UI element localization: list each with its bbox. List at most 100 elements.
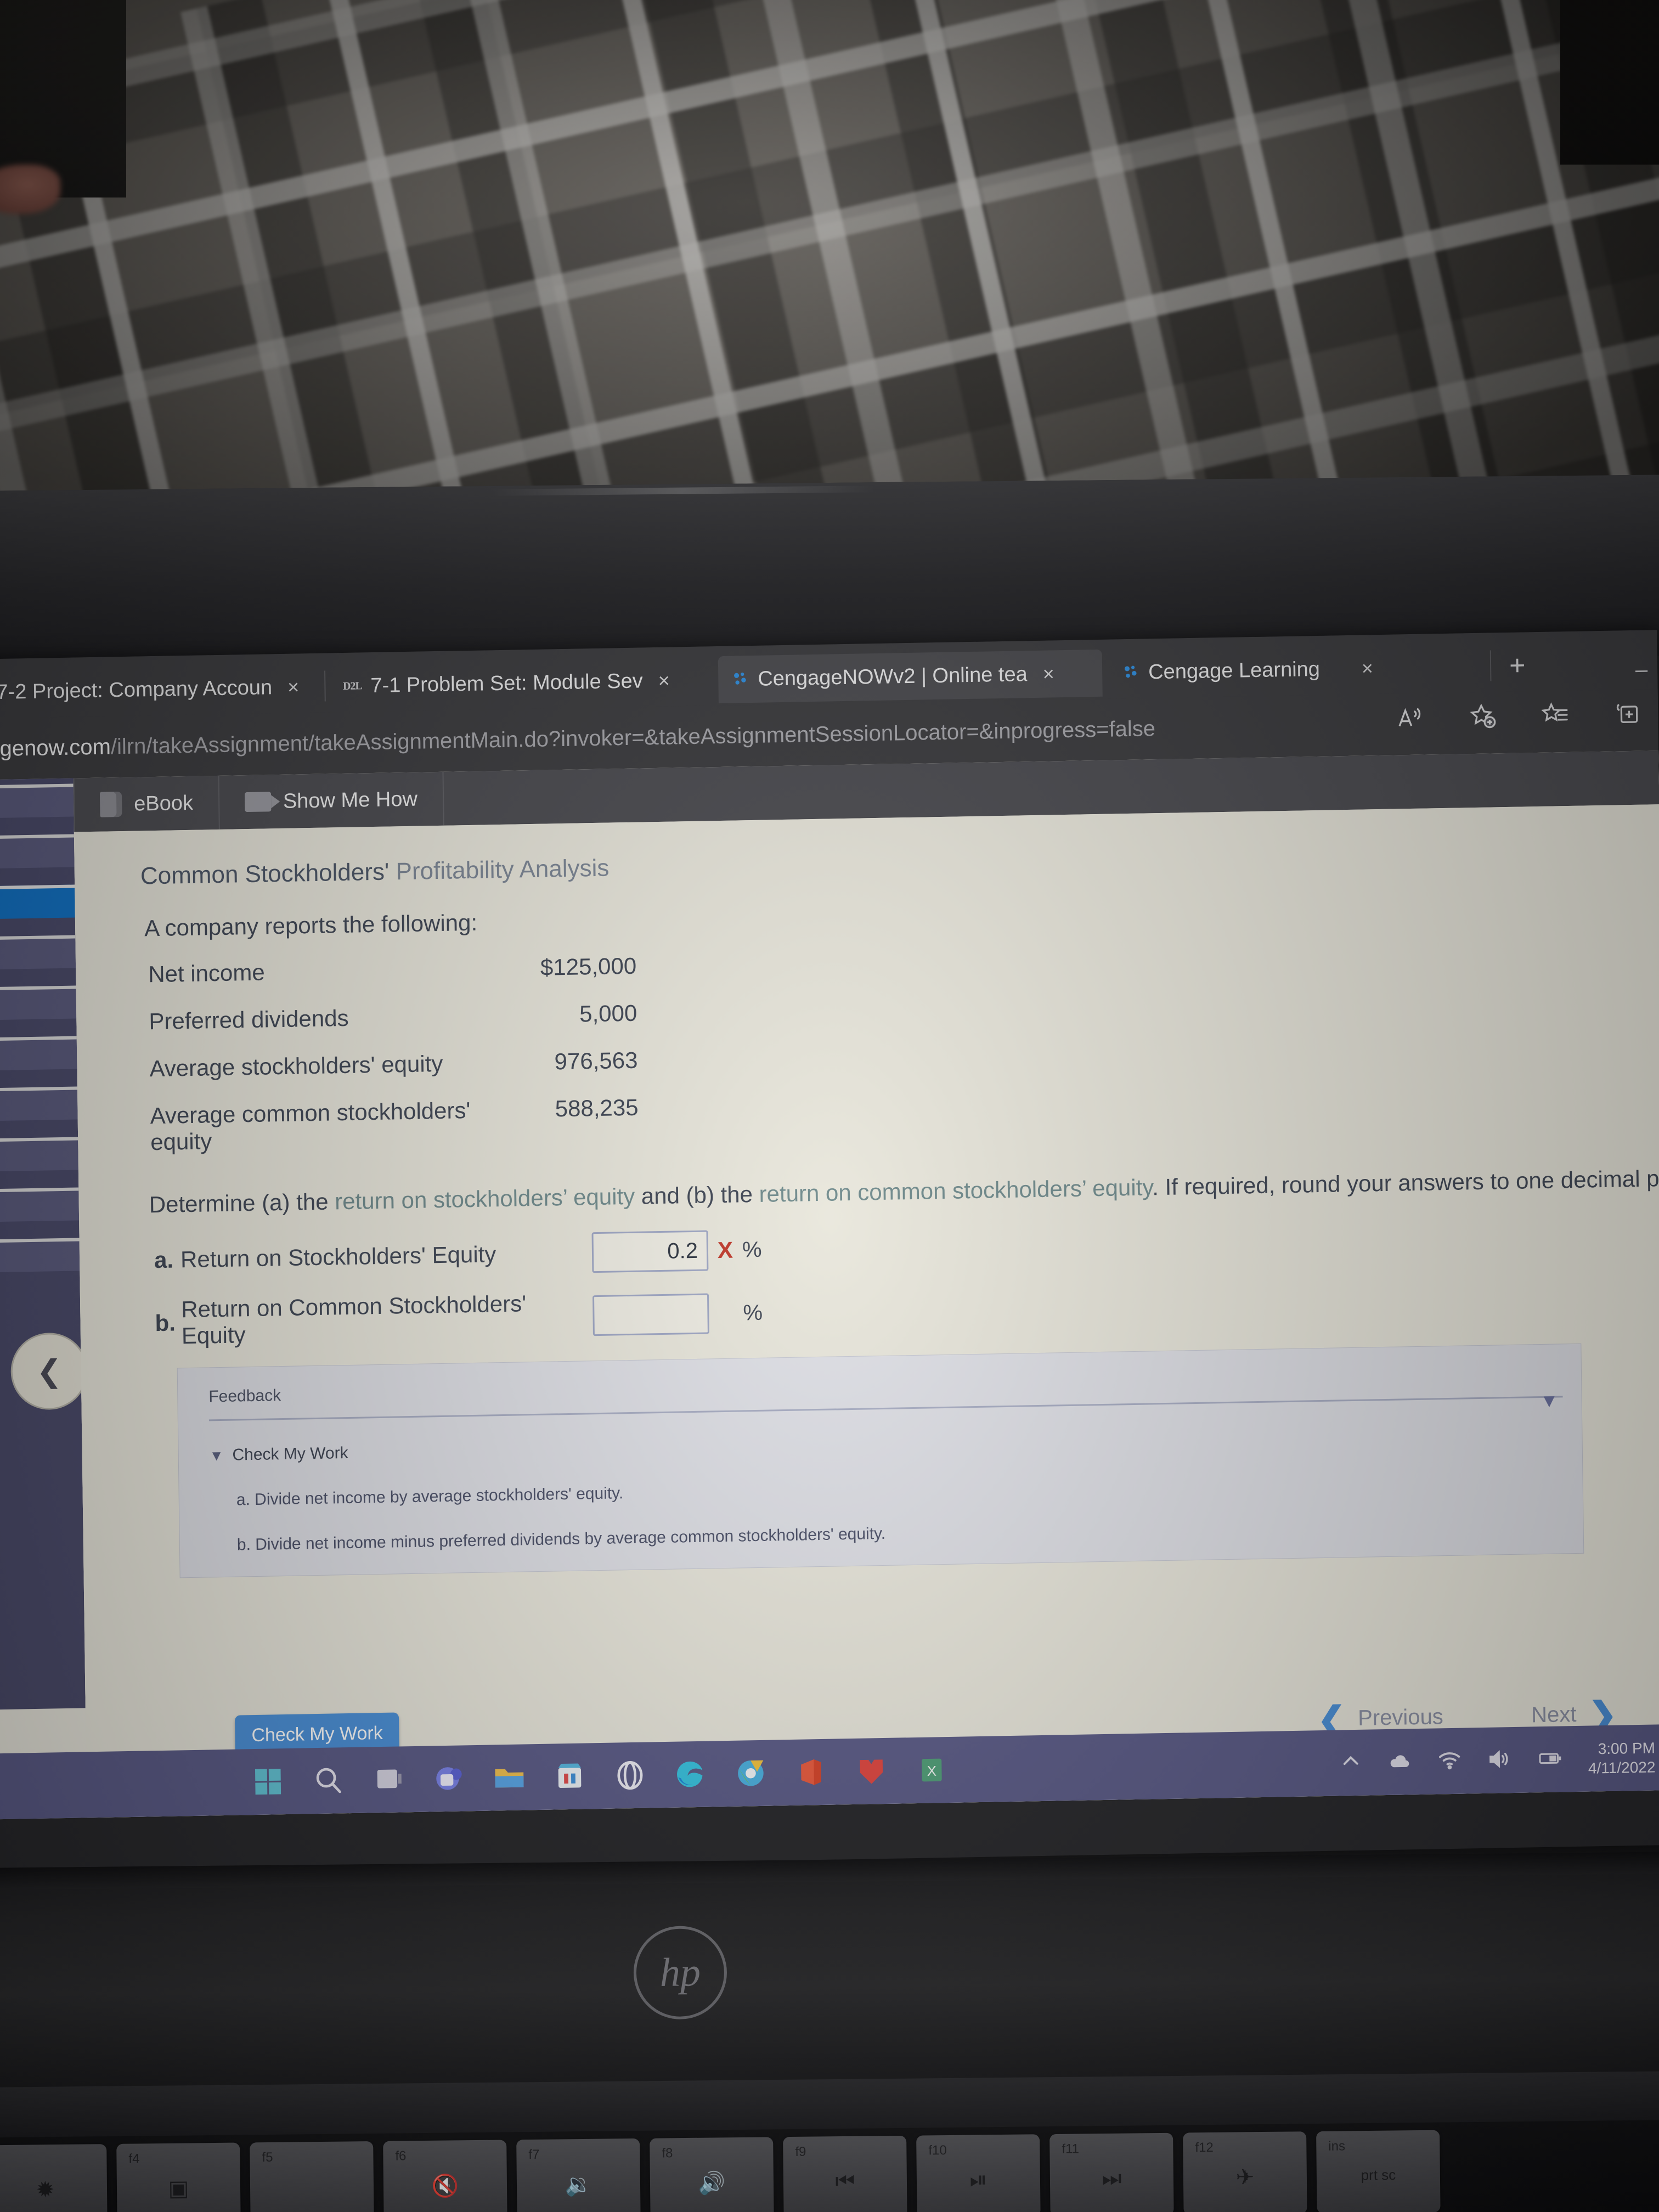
clock-date: 4/11/2022 xyxy=(1588,1758,1656,1777)
show-me-how-button[interactable]: Show Me How xyxy=(219,771,444,830)
excel-icon[interactable]: X xyxy=(915,1753,949,1787)
nav-item[interactable] xyxy=(0,1036,77,1071)
previous-track-icon: ⏮ xyxy=(835,2169,855,2194)
glossary-link-stockholders-equity[interactable]: return on stockholders’ equity xyxy=(335,1183,635,1215)
clock[interactable]: 3:00 PM 4/11/2022 xyxy=(1588,1738,1656,1778)
percent-unit: % xyxy=(742,1237,762,1262)
close-icon[interactable]: × xyxy=(1042,662,1054,685)
key-fn-label: f5 xyxy=(262,2149,273,2165)
tab-title: Cengage Learning xyxy=(1148,657,1321,684)
task-view-icon[interactable] xyxy=(371,1762,406,1797)
answer-label: Return on Stockholders' Equity xyxy=(180,1241,496,1273)
nav-item[interactable] xyxy=(0,1086,78,1121)
show-me-how-label: Show Me How xyxy=(283,787,418,813)
volume-icon[interactable] xyxy=(1485,1746,1513,1775)
collections-icon[interactable] xyxy=(1613,699,1642,729)
web-page: ❮ eBook Show Me How Common Stockholders'… xyxy=(0,751,1659,1820)
wifi-icon[interactable] xyxy=(1435,1747,1463,1775)
fact-value: $125,000 xyxy=(540,952,637,980)
key-f11-next-track[interactable]: f11 ⏭ xyxy=(1049,2132,1174,2212)
mcafee-icon[interactable] xyxy=(854,1754,889,1788)
answer-letter: b. xyxy=(155,1310,176,1336)
taskbar-icons: X xyxy=(251,1753,949,1799)
answer-input-a[interactable]: 0.2 xyxy=(591,1230,709,1273)
start-icon[interactable] xyxy=(251,1764,285,1799)
key-f8-volume-up[interactable]: f8 🔊 xyxy=(650,2137,774,2212)
volume-down-icon: 🔉 xyxy=(565,2172,592,2197)
key-f12-airplane-mode[interactable]: f12 ✈ xyxy=(1183,2131,1307,2212)
edge-icon[interactable] xyxy=(673,1757,708,1792)
tab-title: 7-1 Problem Set: Module Sev xyxy=(370,669,643,697)
key-f6-mute[interactable]: f6 🔇 xyxy=(383,2140,507,2212)
minimize-window-button[interactable]: – xyxy=(1635,657,1648,682)
favorites-icon[interactable] xyxy=(1541,701,1570,730)
close-icon[interactable]: × xyxy=(1362,657,1374,680)
title-rest: Profitability Analysis xyxy=(389,854,610,885)
nav-item-selected[interactable] xyxy=(0,884,75,920)
fact-value: 588,235 xyxy=(555,1094,639,1122)
key-fn-label: f6 xyxy=(395,2148,407,2164)
nav-item[interactable] xyxy=(0,985,77,1021)
office-icon[interactable] xyxy=(794,1755,828,1790)
feedback-header: Feedback xyxy=(208,1386,281,1406)
close-icon[interactable]: × xyxy=(287,675,300,698)
url-host: ngagenow.com xyxy=(0,734,111,761)
laptop-screen: D2L 7-2 Project: Company Accoun × D2L 7-… xyxy=(0,630,1659,1875)
instruction-part-2: and (b) the xyxy=(634,1181,759,1209)
answer-list: a. Return on Stockholders' Equity 0.2 X … xyxy=(79,1192,1659,1351)
nav-item[interactable] xyxy=(0,1187,80,1222)
feedback-panel: Feedback ▼ ▼ Check My Work a. Divide net… xyxy=(177,1343,1584,1578)
browser-tab-2[interactable]: D2L 7-1 Problem Set: Module Sev × xyxy=(331,656,715,710)
key-f4-display[interactable]: f4 ▣ xyxy=(116,2142,241,2212)
nav-item[interactable] xyxy=(0,1238,80,1273)
key-f9-previous-track[interactable]: f9 ⏮ xyxy=(783,2135,907,2212)
browser-tab-1[interactable]: D2L 7-2 Project: Company Accoun × xyxy=(0,663,319,717)
check-my-work-toggle[interactable]: ▼ Check My Work xyxy=(179,1423,1582,1466)
percent-unit: % xyxy=(743,1300,763,1325)
key-f5[interactable]: f5 xyxy=(250,2141,374,2212)
browser-tab-4[interactable]: Cengage Learning × xyxy=(1109,643,1482,697)
answer-input-b[interactable] xyxy=(592,1293,709,1336)
key-f10-play-pause[interactable]: f10 ⏯ xyxy=(916,2134,1041,2212)
key-f7-volume-down[interactable]: f7 🔉 xyxy=(516,2138,641,2212)
title-bold: Common Stockholders' xyxy=(140,858,390,890)
chevron-down-icon[interactable]: ▼ xyxy=(1540,1390,1559,1412)
fact-label: Average common stockholders' equity xyxy=(150,1097,471,1155)
nav-item[interactable] xyxy=(0,935,76,970)
tab-title: CengageNOWv2 | Online tea xyxy=(758,662,1028,691)
file-explorer-icon[interactable] xyxy=(492,1760,527,1795)
key-insert-print-screen[interactable]: ins prt sc xyxy=(1316,2130,1441,2212)
check-my-work-label: Check My Work xyxy=(232,1443,348,1464)
read-aloud-icon[interactable] xyxy=(1396,703,1425,732)
ebook-button[interactable]: eBook xyxy=(73,775,220,832)
table-row: Average common stockholders' equity 588,… xyxy=(150,1076,1659,1155)
teams-icon[interactable] xyxy=(432,1761,466,1796)
battery-icon[interactable] xyxy=(1534,1745,1566,1774)
chrome-icon[interactable] xyxy=(733,1756,768,1791)
nav-item[interactable] xyxy=(0,783,74,819)
feedback-line-a: a. Divide net income by average stockhol… xyxy=(236,1484,624,1509)
opera-icon[interactable] xyxy=(613,1758,647,1793)
rail-bottom-fill xyxy=(0,1708,86,1710)
table-row: Net income $125,000 xyxy=(148,935,1659,988)
assignment-content: eBook Show Me How Common Stockholders' P… xyxy=(73,751,1659,1818)
key-f3-brightness[interactable]: ✹ xyxy=(0,2144,108,2212)
video-icon xyxy=(244,792,272,812)
new-tab-button[interactable]: + xyxy=(1509,650,1526,681)
next-label: Next xyxy=(1531,1702,1577,1728)
microsoft-store-icon[interactable] xyxy=(552,1759,587,1793)
ebook-label: eBook xyxy=(133,791,194,816)
search-icon[interactable] xyxy=(311,1763,346,1798)
browser-tab-3-active[interactable]: CengageNOWv2 | Online tea × xyxy=(718,649,1103,704)
close-icon[interactable]: × xyxy=(658,669,670,692)
fact-label: Net income xyxy=(148,959,265,988)
add-favorite-icon[interactable] xyxy=(1468,702,1497,731)
play-pause-icon: ⏯ xyxy=(969,2168,988,2192)
show-hidden-icons-chevron[interactable] xyxy=(1338,1748,1363,1777)
nav-item[interactable] xyxy=(0,834,75,870)
onedrive-icon[interactable] xyxy=(1385,1748,1414,1776)
fact-label: Average stockholders' equity xyxy=(149,1050,443,1082)
nav-item[interactable] xyxy=(0,1137,78,1172)
fact-value: 5,000 xyxy=(579,1000,637,1027)
system-tray: 3:00 PM 4/11/2022 xyxy=(1338,1738,1656,1782)
